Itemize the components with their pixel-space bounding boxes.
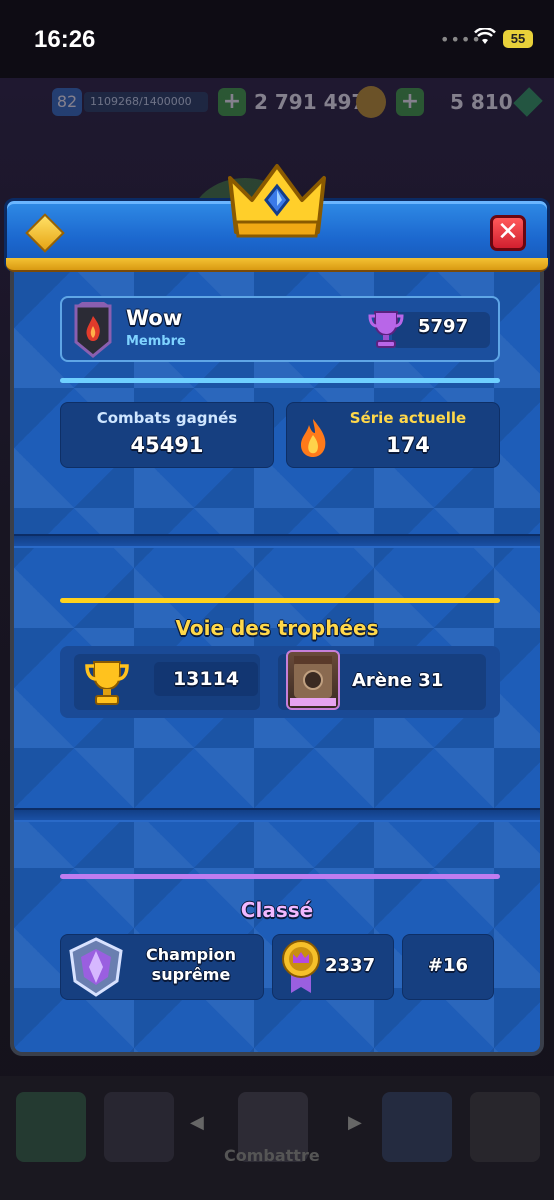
- rating-box: 2337: [272, 934, 394, 1000]
- medal-icon: [279, 937, 323, 999]
- chevron-left-icon[interactable]: ◀: [190, 1112, 204, 1133]
- section-line: [60, 874, 500, 879]
- clan-tab[interactable]: [382, 1092, 452, 1162]
- wins-box: Combats gagnés 45491: [60, 402, 274, 468]
- gem-icon: [513, 87, 543, 117]
- wifi-icon: [474, 27, 496, 50]
- league-badge-icon: [67, 937, 125, 1003]
- trophy-road-title: Voie des trophées: [175, 616, 379, 640]
- section-line: [60, 378, 500, 383]
- streak-box: Série actuelle 174: [286, 402, 500, 468]
- ranked-panel: Champion suprême 2337 #16: [60, 934, 500, 1006]
- diamond-icon: [25, 213, 65, 253]
- xp-bar: 1109268/1400000: [84, 92, 208, 112]
- events-tab[interactable]: [470, 1092, 540, 1162]
- shop-tab[interactable]: [16, 1092, 86, 1162]
- league-name: Champion suprême: [146, 945, 236, 984]
- streak-value: 174: [386, 433, 430, 457]
- player-name: Wow: [126, 306, 183, 330]
- rating-value: 2337: [325, 955, 376, 976]
- player-trophies: 5797: [418, 316, 469, 337]
- position-box: #16: [402, 934, 494, 1000]
- section-divider: [14, 534, 540, 548]
- streak-label: Série actuelle: [349, 409, 467, 427]
- chevron-right-icon[interactable]: ▶: [348, 1112, 362, 1133]
- close-icon: ✕: [497, 217, 519, 247]
- section-divider: [14, 808, 540, 822]
- resource-bar: 82 1109268/1400000 + 2 791 497 + 5 810: [0, 82, 554, 122]
- position-value: #16: [427, 955, 469, 976]
- crown-icon: [222, 160, 332, 242]
- profile-modal: Wow Membre 5797 Combats gagnés 45491 Sér…: [4, 164, 550, 1056]
- trophy-road-value: 13114: [172, 668, 240, 690]
- trophy-icon: [368, 308, 404, 354]
- battery-icon: 55: [503, 30, 533, 48]
- gem-count: 5 810: [450, 90, 513, 114]
- add-gems-button[interactable]: +: [396, 88, 424, 116]
- battle-tab-label: Combattre: [224, 1146, 320, 1165]
- player-role: Membre: [126, 334, 186, 349]
- ranked-title: Classé: [240, 898, 314, 922]
- league-box[interactable]: Champion suprême: [60, 934, 264, 1000]
- modal-body: Wow Membre 5797 Combats gagnés 45491 Sér…: [10, 268, 544, 1056]
- player-card[interactable]: Wow Membre 5797: [60, 296, 500, 362]
- cards-tab[interactable]: [104, 1092, 174, 1162]
- gold-count: 2 791 497: [254, 90, 366, 114]
- status-time: 16:26: [34, 26, 96, 53]
- wins-value: 45491: [130, 433, 204, 457]
- status-bar: 16:26 •••• 55: [0, 0, 554, 78]
- wins-label: Combats gagnés: [96, 409, 238, 427]
- section-line: [60, 598, 500, 603]
- trophy-road-trophies: 13114: [74, 654, 260, 710]
- add-gold-button[interactable]: +: [218, 88, 246, 116]
- arena-icon: [286, 650, 340, 710]
- arena-label: Arène 31: [352, 670, 444, 691]
- close-button[interactable]: ✕: [490, 215, 526, 251]
- arena-box[interactable]: Arène 31: [278, 650, 486, 710]
- clan-badge-icon: [72, 302, 114, 358]
- header-trim: [6, 258, 548, 272]
- bottom-nav: ◀ Combattre ▶: [0, 1076, 554, 1200]
- level-badge: 82: [52, 88, 82, 116]
- gold-coin-icon: [356, 86, 386, 118]
- trophy-road-panel: 13114 Arène 31: [60, 646, 500, 718]
- gold-trophy-icon: [84, 658, 130, 712]
